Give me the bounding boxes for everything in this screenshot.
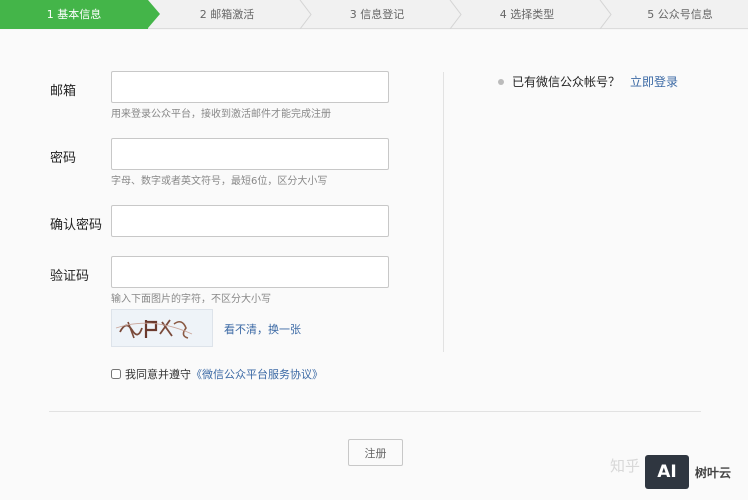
step-separator-icon	[448, 0, 462, 29]
email-label: 邮箱	[50, 84, 77, 99]
step-1-label: 1 基本信息	[46, 8, 102, 21]
email-hint: 用来登录公众平台，接收到激活邮件才能完成注册	[111, 109, 331, 120]
logo-ai-icon: AI	[645, 455, 689, 489]
step-separator-icon	[598, 0, 612, 29]
zhihu-watermark: 知乎	[610, 457, 641, 475]
email-input[interactable]	[111, 71, 389, 103]
step-3: 3 信息登记	[312, 0, 442, 29]
registration-card: 邮箱 用来登录公众平台，接收到激活邮件才能完成注册 密码 字母、数字或者英文符号…	[0, 30, 748, 500]
step-2: 2 邮箱激活	[162, 0, 292, 29]
step-active-arrow	[148, 0, 160, 28]
step-3-label: 3 信息登记	[349, 8, 405, 21]
captcha-refresh-link[interactable]: 看不清，换一张	[224, 321, 301, 337]
vertical-divider	[443, 72, 444, 352]
step-4-label: 4 选择类型	[499, 8, 555, 21]
register-button[interactable]: 注册	[348, 439, 403, 466]
step-separator-icon	[298, 0, 312, 29]
shuyeyun-logo: AI 树叶云	[645, 452, 745, 492]
service-agreement-link[interactable]: 《微信公众平台服务协议》	[191, 366, 323, 382]
existing-account-prompt: 已有微信公众帐号？ 立即登录	[498, 73, 678, 90]
step-4: 4 选择类型	[462, 0, 592, 29]
login-now-link[interactable]: 立即登录	[630, 73, 678, 90]
agree-text: 我同意并遵守	[125, 368, 191, 381]
horizontal-divider	[49, 411, 701, 412]
agreement-row: 我同意并遵守 《微信公众平台服务协议》	[111, 366, 323, 382]
step-1: 1 基本信息	[0, 0, 148, 29]
bullet-icon	[498, 78, 504, 85]
confirm-password-input[interactable]	[111, 205, 389, 237]
captcha-image[interactable]	[111, 309, 213, 347]
captcha-glyphs-icon	[115, 319, 193, 339]
step-5: 5 公众号信息	[612, 0, 748, 29]
step-2-label: 2 邮箱激活	[199, 8, 255, 21]
step-progress-bar: 1 基本信息 2 邮箱激活 3 信息登记 4 选择类型 5 公众号信息	[0, 0, 748, 29]
captcha-input[interactable]	[111, 256, 389, 288]
agree-checkbox[interactable]	[111, 369, 121, 379]
existing-account-question: 已有微信公众帐号？	[512, 75, 621, 89]
captcha-label: 验证码	[50, 269, 90, 284]
password-label: 密码	[50, 151, 77, 166]
step-5-label: 5 公众号信息	[647, 8, 713, 21]
logo-text: 树叶云	[695, 465, 732, 480]
password-input[interactable]	[111, 138, 389, 170]
captcha-hint: 输入下面图片的字符，不区分大小写	[111, 294, 271, 305]
confirm-password-label: 确认密码	[50, 218, 103, 233]
password-hint: 字母、数字或者英文符号，最短6位，区分大小写	[111, 176, 328, 187]
